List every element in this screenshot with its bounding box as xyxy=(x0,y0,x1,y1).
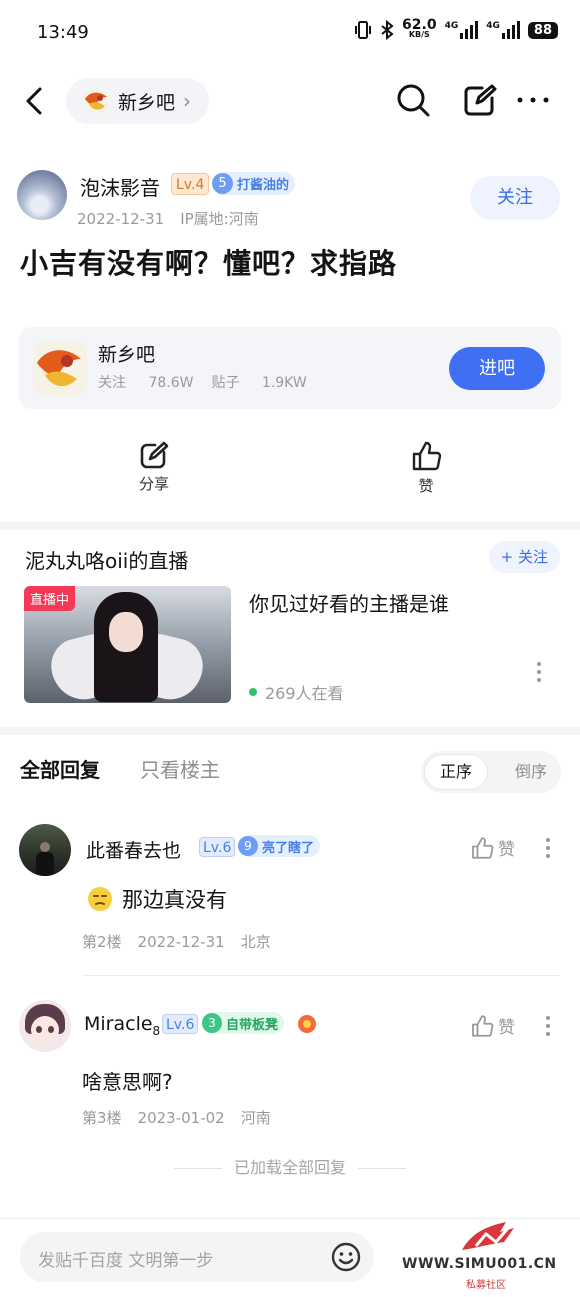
commenter-name[interactable]: Miracle8 xyxy=(84,1013,160,1038)
vibrate-icon xyxy=(355,21,372,39)
section-divider xyxy=(0,727,580,735)
sort-toggle: 正序 倒序 xyxy=(421,751,561,793)
status-time: 13:49 xyxy=(37,22,89,43)
author-avatar[interactable] xyxy=(17,170,67,220)
comment-like-button[interactable]: 赞 xyxy=(470,835,515,860)
like-label: 赞 xyxy=(418,477,434,495)
reply-input[interactable]: 发贴千百度 文明第一步 xyxy=(20,1232,374,1282)
live-follow-button[interactable]: + 关注 xyxy=(488,541,560,573)
live-badge: 直播中 xyxy=(24,586,76,611)
comment-divider xyxy=(82,975,560,976)
comment-meta: 第2楼 2022-12-31 北京 xyxy=(82,933,271,951)
signal-1: 4G xyxy=(445,21,479,39)
back-arrow-icon[interactable] xyxy=(22,85,50,117)
commenter-name[interactable]: 此番春去也 xyxy=(86,836,181,863)
thumbs-up-icon xyxy=(472,836,494,859)
status-icons: 62.0 KB/S 4G 4G 88 xyxy=(354,17,558,40)
forum-stats: 关注 78.6W 贴子 1.9KW xyxy=(98,375,307,391)
more-icon[interactable] xyxy=(515,82,551,118)
like-post-button[interactable]: 赞 xyxy=(396,440,456,496)
chevron-right-icon: › xyxy=(183,89,192,113)
level-badge: Lv.6 xyxy=(199,837,236,857)
comment-meta: 第3楼 2023-01-02 河南 xyxy=(82,1109,271,1127)
flower-badge-icon xyxy=(298,1015,316,1033)
edit-icon[interactable] xyxy=(462,82,498,118)
comment-body: 那边真没有 xyxy=(86,884,227,914)
follow-button[interactable]: 关注 xyxy=(470,176,560,220)
tab-all-replies[interactable]: 全部回复 xyxy=(20,754,100,783)
forum-card-name: 新乡吧 xyxy=(98,344,156,366)
emoji-icon[interactable] xyxy=(330,1241,362,1273)
level-badge: Lv.6 xyxy=(162,1014,199,1034)
post-title: 小吉有没有啊？懂吧？求指路 xyxy=(20,247,398,280)
section-divider xyxy=(0,522,580,530)
honor-badge: 5 打酱油的 xyxy=(212,172,296,195)
comment-more-icon[interactable] xyxy=(544,1016,552,1036)
comment-more-icon[interactable] xyxy=(544,838,552,858)
honor-badge: 9 亮了瞎了 xyxy=(238,835,321,857)
level-badge: Lv.4 xyxy=(171,173,210,195)
author-name[interactable]: 泡沫影音 xyxy=(80,172,160,201)
loaded-all-notice: 已加载全部回复 xyxy=(0,1154,580,1178)
enter-forum-button[interactable]: 进吧 xyxy=(449,347,545,390)
signal-icon xyxy=(460,21,479,39)
honor-title: 打酱油的 xyxy=(237,178,290,193)
search-icon[interactable] xyxy=(395,82,431,118)
watermark: WWW.SIMU001.CN 私募社区 xyxy=(400,1214,575,1294)
forum-card[interactable]: 新乡吧 关注 78.6W 贴子 1.9KW 进吧 xyxy=(19,327,561,409)
commenter-avatar[interactable] xyxy=(19,1000,71,1052)
live-viewers: 269人在看 xyxy=(249,680,344,704)
forum-pill[interactable]: 新乡吧 › xyxy=(66,78,210,124)
sort-asc-button[interactable]: 正序 xyxy=(424,754,488,790)
battery-icon: 88 xyxy=(527,21,558,39)
share-icon xyxy=(140,441,169,469)
honor-number: 5 xyxy=(212,173,233,194)
thumbs-up-icon xyxy=(472,1014,494,1037)
live-thumbnail[interactable]: 直播中 xyxy=(24,586,231,703)
watermark-logo-icon xyxy=(462,1222,514,1250)
commenter-avatar[interactable] xyxy=(19,824,71,876)
tab-owner-only[interactable]: 只看楼主 xyxy=(140,754,220,783)
forum-logo-icon xyxy=(83,88,109,114)
post-date: 2022-12-31 xyxy=(77,210,165,228)
bluetooth-icon xyxy=(381,20,394,40)
share-label: 分享 xyxy=(138,475,169,493)
live-headline[interactable]: 你见过好看的主播是谁 xyxy=(249,588,449,617)
forum-name: 新乡吧 xyxy=(118,91,176,114)
net-speed: 62.0 KB/S xyxy=(402,17,437,39)
honor-badge: 3 自带板凳 xyxy=(202,1012,285,1034)
share-button[interactable]: 分享 xyxy=(124,440,184,494)
signal-2: 4G xyxy=(486,21,520,39)
post-meta: 2022-12-31 IP属地:河南 xyxy=(77,208,259,229)
live-title: 泥丸丸咯oii的直播 xyxy=(25,549,189,573)
live-more-icon[interactable] xyxy=(535,662,543,682)
reply-placeholder: 发贴千百度 文明第一步 xyxy=(38,1251,214,1271)
live-dot-icon xyxy=(249,688,257,696)
comment-like-button[interactable]: 赞 xyxy=(470,1013,515,1038)
comment-body: 啥意思啊? xyxy=(82,1070,173,1094)
sort-desc-button[interactable]: 倒序 xyxy=(515,751,547,793)
forum-logo-icon xyxy=(33,341,87,395)
signal-icon xyxy=(501,21,520,39)
thumbs-up-icon xyxy=(412,441,442,471)
thinking-emoji-icon xyxy=(88,887,112,911)
post-ip: IP属地:河南 xyxy=(180,210,259,228)
